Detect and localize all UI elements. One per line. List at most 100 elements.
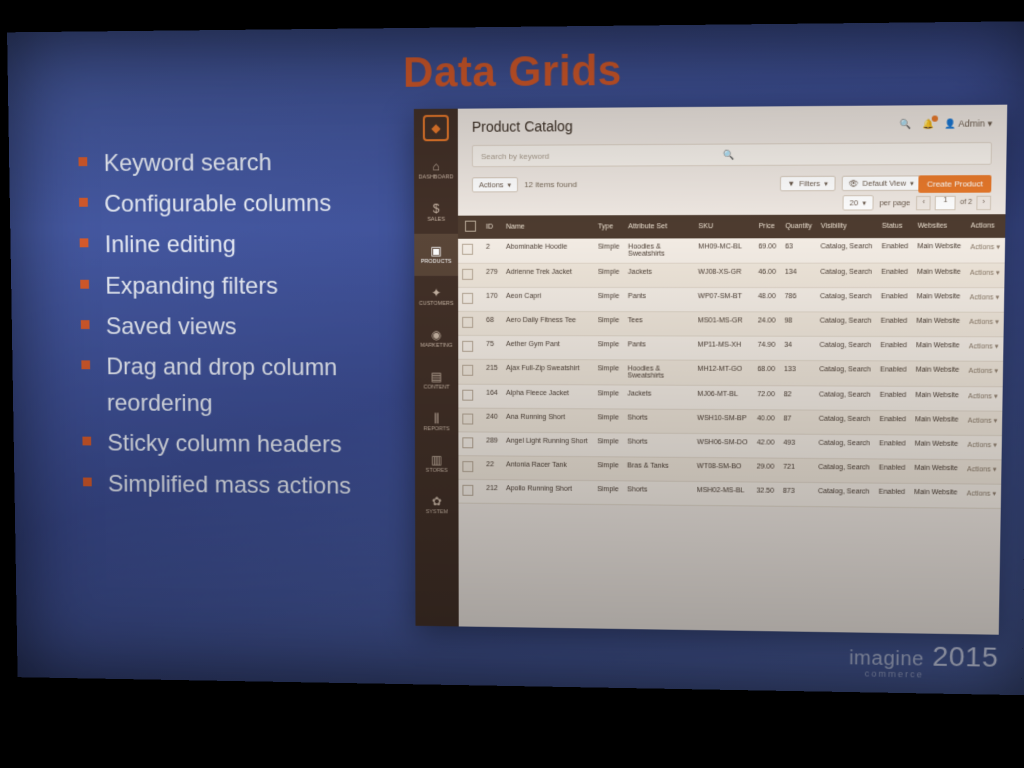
cell-price: 42.00 xyxy=(753,434,780,458)
cell-id: 289 xyxy=(482,432,502,456)
filters-button[interactable]: ▼ Filters xyxy=(780,176,835,192)
nav-item-customers[interactable]: ✦CUSTOMERS xyxy=(414,276,458,318)
row-actions-dropdown[interactable]: Actions xyxy=(970,244,1000,251)
nav-icon: $ xyxy=(433,203,440,215)
table-row[interactable]: 170Aeon CapriSimplePantsWP07-SM-BT48.007… xyxy=(458,287,1004,312)
cell-website: Main Website xyxy=(910,435,963,460)
row-checkbox[interactable] xyxy=(462,390,473,401)
column-header[interactable]: Type xyxy=(594,215,624,238)
bullet-list: Keyword searchConfigurable columnsInline… xyxy=(36,143,429,509)
cell-name[interactable]: Angel Light Running Short xyxy=(502,432,593,457)
nav-item-reports[interactable]: ⫼REPORTS xyxy=(415,401,459,443)
cell-price: 48.00 xyxy=(754,288,781,312)
cell-name[interactable]: Aether Gym Pant xyxy=(502,335,593,359)
cell-name[interactable]: Antonia Racer Tank xyxy=(502,456,593,481)
per-page-dropdown[interactable]: 20 xyxy=(842,195,873,210)
column-header[interactable]: SKU xyxy=(694,215,754,239)
row-actions-dropdown[interactable]: Actions xyxy=(967,442,997,449)
row-checkbox[interactable] xyxy=(462,461,473,472)
page-input[interactable]: 1 xyxy=(935,195,956,209)
column-header[interactable] xyxy=(458,216,482,239)
nav-item-stores[interactable]: ▥STORES xyxy=(415,443,459,485)
keyword-search-input[interactable]: Search by keyword 🔍 xyxy=(472,142,992,167)
table-row[interactable]: 212Apollo Running ShortSimpleShortsMSH02… xyxy=(458,479,1001,508)
row-checkbox[interactable] xyxy=(462,485,473,496)
row-checkbox[interactable] xyxy=(462,269,473,280)
table-row[interactable]: 2Abominable HoodieSimpleHoodies & Sweats… xyxy=(458,238,1005,263)
cell-qty: 134 xyxy=(780,263,816,287)
nav-item-sales[interactable]: $SALES xyxy=(414,192,458,234)
cell-attrset: Jackets xyxy=(624,263,694,287)
cell-visibility: Catalog, Search xyxy=(816,263,877,287)
search-submit-icon[interactable]: 🔍 xyxy=(723,149,735,160)
search-placeholder: Search by keyword xyxy=(481,151,549,160)
cell-name[interactable]: Adrienne Trek Jacket xyxy=(502,263,594,287)
cell-name[interactable]: Aeon Capri xyxy=(502,287,594,311)
user-menu[interactable]: 👤 Admin ▾ xyxy=(944,118,992,130)
table-row[interactable]: 279Adrienne Trek JacketSimpleJacketsWJ08… xyxy=(458,263,1005,288)
cell-name[interactable]: Apollo Running Short xyxy=(502,480,593,505)
nav-item-marketing[interactable]: ◉MARKETING xyxy=(415,318,459,360)
row-actions-dropdown[interactable]: Actions xyxy=(967,466,997,473)
table-row[interactable]: 164Alpha Fleece JacketSimpleJacketsMJ06-… xyxy=(458,384,1002,411)
row-actions-dropdown[interactable]: Actions xyxy=(968,368,998,375)
table-row[interactable]: 215Ajax Full-Zip SweatshirtSimpleHoodies… xyxy=(458,359,1003,386)
row-checkbox[interactable] xyxy=(462,341,473,352)
column-header[interactable]: Status xyxy=(878,214,914,238)
row-checkbox[interactable] xyxy=(462,293,473,304)
cell-name[interactable]: Abominable Hoodie xyxy=(502,239,594,264)
cell-website: Main Website xyxy=(912,312,965,337)
nav-item-products[interactable]: ▣PRODUCTS xyxy=(414,234,458,276)
row-checkbox[interactable] xyxy=(462,317,473,328)
nav-item-system[interactable]: ✿SYSTEM xyxy=(415,484,458,526)
default-view-dropdown[interactable]: 👁 Default View xyxy=(841,175,921,191)
column-header[interactable]: Visibility xyxy=(817,215,878,239)
create-product-button[interactable]: Create Product xyxy=(918,175,991,193)
row-actions-dropdown[interactable]: Actions xyxy=(968,393,998,400)
cell-sku: WSH10-SM-BP xyxy=(693,409,753,433)
cell-price: 40.00 xyxy=(753,410,780,434)
cell-visibility: Catalog, Search xyxy=(815,410,876,435)
row-actions-dropdown[interactable]: Actions xyxy=(968,418,998,425)
prev-page-button[interactable]: ‹ xyxy=(916,195,931,209)
cell-name[interactable]: Aero Daily Fitness Tee xyxy=(502,311,594,335)
cell-attrset: Hoodies & Sweatshirts xyxy=(624,360,694,385)
column-header[interactable]: Actions xyxy=(966,214,1005,238)
row-checkbox[interactable] xyxy=(462,244,473,255)
column-header[interactable]: Attribute Set xyxy=(624,215,694,238)
column-header[interactable]: Websites xyxy=(913,214,967,238)
row-actions-dropdown[interactable]: Actions xyxy=(970,270,1000,277)
row-checkbox[interactable] xyxy=(462,437,473,448)
column-header[interactable]: Quantity xyxy=(781,215,817,239)
bell-icon[interactable]: 🔔 xyxy=(922,118,934,129)
cell-website: Main Website xyxy=(911,361,964,387)
cell-name[interactable]: Ajax Full-Zip Sweatshirt xyxy=(502,359,593,384)
next-page-button[interactable]: › xyxy=(976,195,991,209)
column-header[interactable]: ID xyxy=(482,216,502,239)
mass-actions-dropdown[interactable]: Actions xyxy=(472,177,518,192)
table-row[interactable]: 75Aether Gym PantSimplePantsMP11-MS-XH74… xyxy=(458,335,1003,361)
nav-item-dashboard[interactable]: ⌂DASHBOARD xyxy=(414,149,458,192)
column-header[interactable]: Price xyxy=(754,215,781,238)
column-header[interactable]: Name xyxy=(502,215,594,238)
row-checkbox[interactable] xyxy=(462,365,473,376)
search-icon[interactable]: 🔍 xyxy=(900,118,912,129)
row-actions-dropdown[interactable]: Actions xyxy=(969,343,999,350)
row-actions-dropdown[interactable]: Actions xyxy=(970,294,1000,301)
cell-qty: 63 xyxy=(781,238,817,263)
cell-name[interactable]: Alpha Fleece Jacket xyxy=(502,384,593,408)
cell-id: 22 xyxy=(482,456,502,480)
cell-name[interactable]: Ana Running Short xyxy=(502,408,593,432)
row-actions-dropdown[interactable]: Actions xyxy=(967,490,997,497)
bullet-item: Drag and drop column reordering xyxy=(77,349,428,424)
row-checkbox[interactable] xyxy=(462,414,473,425)
cell-qty: 82 xyxy=(779,386,815,410)
cell-status: Enabled xyxy=(875,459,911,483)
cell-sku: WSH06-SM-DO xyxy=(693,433,753,457)
cell-status: Enabled xyxy=(877,263,913,288)
nav-item-content[interactable]: ▤CONTENT xyxy=(415,360,459,402)
select-all-checkbox[interactable] xyxy=(464,221,475,232)
pager: ‹ 1 of 2 › xyxy=(916,195,991,210)
row-actions-dropdown[interactable]: Actions xyxy=(969,319,999,326)
table-row[interactable]: 68Aero Daily Fitness TeeSimpleTeesMS01-M… xyxy=(458,311,1004,336)
